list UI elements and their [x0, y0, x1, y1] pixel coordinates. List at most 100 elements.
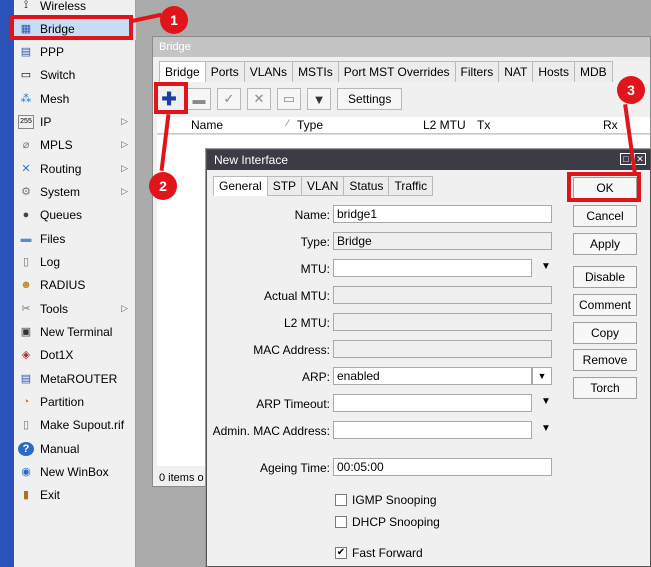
menu-item-tools[interactable]: ✂ Tools ▷: [14, 297, 136, 320]
tab-port-mst-overrides[interactable]: Port MST Overrides: [337, 61, 456, 82]
remove-button[interactable]: ▬: [187, 88, 211, 110]
torch-button[interactable]: Torch: [573, 377, 637, 399]
step-badge-1: 1: [160, 6, 188, 34]
menu-item-metarouter[interactable]: ▤ MetaROUTER: [14, 367, 136, 390]
callout-line-1: [131, 12, 162, 23]
menu-item-queues[interactable]: ● Queues: [14, 203, 136, 226]
menu-item-ip[interactable]: 255 IP ▷: [14, 110, 136, 133]
close-icon[interactable]: ✕: [634, 153, 646, 165]
igmp-snooping-checkbox[interactable]: IGMP Snooping: [335, 493, 437, 507]
menu-item-switch[interactable]: ▭ Switch: [14, 63, 136, 86]
tab-mdb[interactable]: MDB: [574, 61, 613, 82]
bridge-highlight-box: [9, 15, 133, 40]
mpls-icon: ⌀: [22, 139, 30, 151]
tab-traffic[interactable]: Traffic: [388, 176, 434, 196]
col-type[interactable]: Type: [297, 118, 323, 132]
queues-icon: ●: [22, 208, 30, 221]
dhcp-snooping-checkbox[interactable]: DHCP Snooping: [335, 515, 440, 529]
arp-timeout-dropdown-icon[interactable]: ▼: [539, 396, 553, 407]
menu-item-mpls[interactable]: ⌀ MPLS ▷: [14, 133, 136, 156]
apply-button[interactable]: Apply: [573, 233, 637, 255]
menu-item-partition[interactable]: ◔ Partition: [14, 390, 136, 413]
tab-filters[interactable]: Filters: [454, 61, 500, 82]
col-l2mtu[interactable]: L2 MTU: [423, 118, 466, 132]
menu-item-system[interactable]: ⚙ System ▷: [14, 180, 136, 203]
dialog-title-bar: New Interface □ ✕: [207, 150, 650, 170]
tab-nat[interactable]: NAT: [498, 61, 534, 82]
tab-general[interactable]: General: [213, 176, 268, 196]
disable-button[interactable]: Disable: [573, 266, 637, 288]
enable-button[interactable]: ✓: [217, 88, 241, 110]
arp-timeout-input[interactable]: [333, 394, 532, 412]
menu-item-manual[interactable]: ? Manual: [14, 437, 136, 460]
submenu-arrow-icon: ▷: [121, 186, 128, 196]
menu-item-label: New WinBox: [40, 464, 109, 479]
tab-bridge[interactable]: Bridge: [159, 61, 206, 82]
menu-item-label: Exit: [40, 487, 61, 502]
mtu-input[interactable]: [333, 259, 532, 277]
remove-button[interactable]: Remove: [573, 349, 637, 371]
menu-item-exit[interactable]: ▮ Exit: [14, 483, 136, 506]
mesh-icon: ⁂: [20, 93, 32, 105]
name-input[interactable]: bridge1: [333, 205, 552, 223]
admin-mac-dropdown-icon[interactable]: ▼: [539, 423, 553, 434]
comment-button[interactable]: ▭: [277, 88, 301, 110]
menu-item-label: New Terminal: [40, 324, 113, 339]
files-icon: ▬: [20, 232, 32, 245]
filter-button[interactable]: ▼: [307, 88, 331, 110]
filter-icon: ▼: [312, 91, 326, 107]
type-field: Bridge: [333, 232, 552, 250]
menu-item-label: Make Supout.rif: [40, 417, 125, 432]
menu-item-label: MPLS: [40, 137, 73, 152]
menu-item-label: Partition: [40, 394, 85, 409]
tab-mstis[interactable]: MSTIs: [292, 61, 339, 82]
menu-item-log[interactable]: ▯ Log: [14, 250, 136, 273]
menu-item-new-winbox[interactable]: ◉ New WinBox: [14, 460, 136, 483]
menu-item-ppp[interactable]: ▤ PPP: [14, 40, 136, 63]
l2mtu-field: [333, 313, 552, 331]
x-icon: ✕: [253, 91, 265, 106]
ok-highlight-box: [567, 172, 641, 202]
cancel-button[interactable]: Cancel: [573, 205, 637, 227]
settings-button[interactable]: Settings: [337, 88, 403, 110]
col-name[interactable]: Name: [191, 118, 223, 132]
tab-vlan[interactable]: VLAN: [301, 176, 345, 196]
menu-item-make-supout[interactable]: ▯ Make Supout.rif: [14, 413, 136, 436]
admin-mac-input[interactable]: [333, 421, 532, 439]
bridge-window-title: Bridge: [153, 37, 650, 57]
col-rx[interactable]: Rx: [603, 118, 618, 132]
menu-item-label: MetaROUTER: [40, 371, 118, 386]
disable-button[interactable]: ✕: [247, 88, 271, 110]
step-badge-3: 3: [617, 76, 645, 104]
switch-icon: ▭: [20, 69, 32, 81]
tab-vlans[interactable]: VLANs: [243, 61, 294, 82]
menu-item-files[interactable]: ▬ Files: [14, 227, 136, 250]
tab-ports[interactable]: Ports: [204, 61, 245, 82]
name-label: Name:: [294, 208, 330, 222]
bridge-toolbar: ✚ ▬ ✓ ✕ ▭ ▼ Settings: [157, 85, 650, 113]
ageing-time-input[interactable]: 00:05:00: [333, 458, 552, 476]
comment-button[interactable]: Comment: [573, 294, 637, 316]
tab-status[interactable]: Status: [343, 176, 390, 196]
menu-item-mesh[interactable]: ⁂ Mesh: [14, 87, 136, 110]
col-tx[interactable]: Tx: [477, 118, 490, 132]
menu-item-label: Wireless: [40, 0, 87, 13]
arp-timeout-label: ARP Timeout:: [256, 397, 330, 411]
arp-dropdown-icon[interactable]: ▼: [532, 367, 552, 385]
wireless-icon: ⟟: [23, 0, 29, 11]
menu-item-new-terminal[interactable]: ▣ New Terminal: [14, 320, 136, 343]
minus-icon: ▬: [192, 91, 206, 107]
copy-button[interactable]: Copy: [573, 322, 637, 344]
arp-select[interactable]: enabled: [333, 367, 532, 385]
items-count: 0 items o: [159, 472, 204, 484]
step-badge-2: 2: [149, 172, 177, 200]
menu-item-dot1x[interactable]: ◈ Dot1X: [14, 343, 136, 366]
fast-forward-checkbox[interactable]: ✔ Fast Forward: [335, 546, 423, 560]
menu-item-routing[interactable]: ✕ Routing ▷: [14, 157, 136, 180]
menu-item-radius[interactable]: ☻ RADIUS: [14, 273, 136, 296]
tab-hosts[interactable]: Hosts: [532, 61, 576, 82]
exit-icon: ▮: [22, 489, 30, 501]
tab-stp[interactable]: STP: [266, 176, 303, 196]
new-interface-dialog: New Interface □ ✕ General STP VLAN Statu…: [206, 149, 651, 567]
mtu-dropdown-icon[interactable]: ▼: [539, 261, 553, 272]
